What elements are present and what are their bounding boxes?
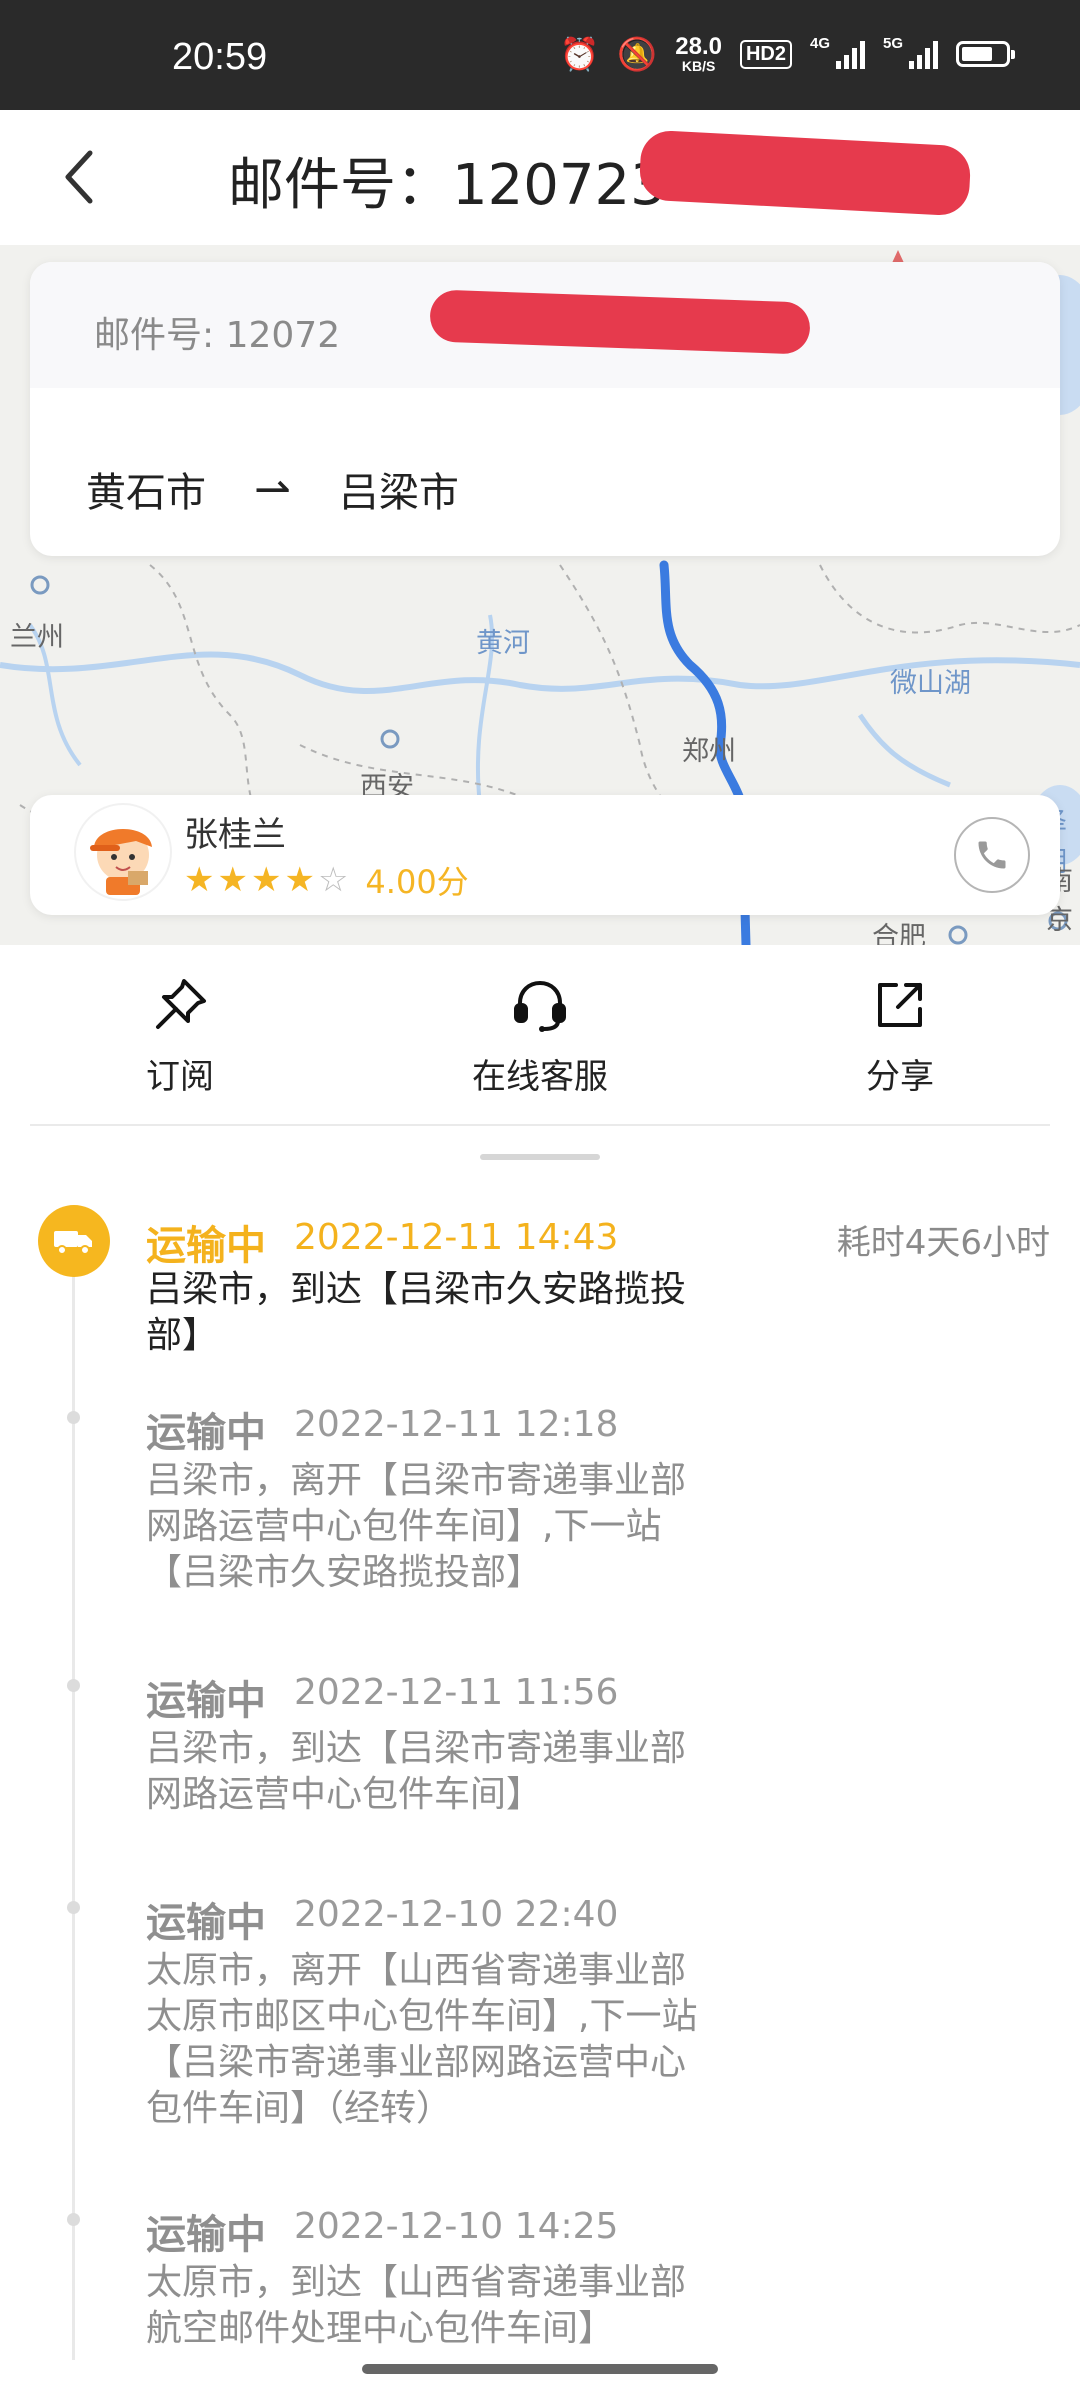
- signal-icon: 5G: [883, 35, 938, 69]
- map-label: 黄河: [476, 628, 530, 658]
- event-description: 吕梁市，到达【吕梁市久安路揽投部】: [146, 1269, 687, 1356]
- route-card: 邮件号: 12072 黄石市 ⇀ 吕梁市: [30, 262, 1060, 556]
- truck-icon: [38, 1205, 110, 1277]
- mail-number: 邮件号: 12072: [94, 315, 341, 356]
- timeline-dot: [67, 1679, 80, 1692]
- subscribe-button[interactable]: 订阅: [70, 965, 290, 1098]
- app-header: 邮件号：120723: [0, 110, 1080, 245]
- alarm-icon: ⏰: [559, 36, 600, 72]
- event-description: 吕梁市，离开【吕梁市寄递事业部网路运营中心包件车间】,下一站【吕梁市久安路揽投部…: [146, 1460, 687, 1593]
- hd-icon: HD2: [739, 39, 792, 69]
- star-filled-icon: ★: [217, 860, 248, 900]
- event-time: 2022-12-11 11:56: [294, 1672, 619, 1713]
- star-filled-icon: ★: [184, 860, 215, 900]
- timeline-dot: [67, 1411, 80, 1424]
- mail-number-row: 邮件号: 12072: [30, 262, 1060, 388]
- status-bar: 20:59 ⏰ 🔕 28.0 KB/S HD2 4G 5G: [0, 0, 1080, 110]
- online-support-button[interactable]: 在线客服: [430, 965, 650, 1098]
- map-label: 兰州: [10, 622, 64, 652]
- event-status: 运输中: [146, 1678, 266, 1724]
- origin-city: 黄石市: [86, 470, 206, 516]
- star-empty-icon: ☆: [317, 860, 349, 900]
- event-time: 2022-12-10 14:25: [294, 2206, 619, 2247]
- home-indicator[interactable]: [362, 2364, 718, 2374]
- route-cities: 黄石市 ⇀ 吕梁市: [86, 460, 459, 518]
- event-status: 运输中: [146, 1223, 266, 1269]
- event-description: 太原市，离开【山西省寄递事业部太原市邮区中心包件车间】,下一站【吕梁市寄递事业部…: [146, 1950, 698, 2129]
- share-label: 分享: [866, 1057, 934, 1097]
- status-time: 20:59: [172, 36, 268, 78]
- event-time: 2022-12-11 12:18: [294, 1404, 619, 1445]
- event-time: 2022-12-10 22:40: [294, 1894, 619, 1935]
- event-status: 运输中: [146, 2212, 266, 2258]
- share-button[interactable]: 分享: [790, 965, 1010, 1098]
- timeline-line: [72, 1240, 75, 2360]
- map-label: 合肥: [872, 922, 926, 945]
- battery-icon: [956, 41, 1015, 67]
- total-duration: 耗时4天6小时: [836, 1223, 1050, 1263]
- rating-score: 4.00分: [365, 863, 469, 901]
- online-support-label: 在线客服: [472, 1057, 608, 1097]
- redaction-mark: [429, 289, 811, 355]
- timeline-dot: [67, 2213, 80, 2226]
- courier-card: 张桂兰 ★ ★ ★ ★ ☆ 4.00分: [30, 795, 1060, 915]
- map-label: 微山湖: [890, 668, 971, 698]
- status-icons: ⏰ 🔕 28.0 KB/S HD2 4G 5G: [559, 33, 1015, 74]
- event-status: 运输中: [146, 1900, 266, 1946]
- drag-handle[interactable]: [480, 1154, 600, 1160]
- signal-icon: 4G: [810, 35, 865, 69]
- courier-name: 张桂兰: [184, 815, 286, 855]
- timeline-dot: [67, 1901, 80, 1914]
- back-chevron-icon[interactable]: [40, 132, 120, 222]
- phone-icon[interactable]: [954, 817, 1030, 893]
- redaction-mark: [638, 129, 972, 217]
- event-description: 太原市，到达【山西省寄递事业部航空邮件处理中心包件车间】: [146, 2262, 687, 2349]
- page-title: 邮件号：120723: [228, 153, 666, 218]
- mute-icon: 🔕: [617, 36, 658, 72]
- share-icon: [790, 965, 1010, 1045]
- pin-icon: [70, 965, 290, 1045]
- event-status: 运输中: [146, 1410, 266, 1456]
- headset-icon: [430, 965, 650, 1045]
- map-label: 郑州: [682, 736, 736, 766]
- divider: [30, 1124, 1050, 1126]
- destination-city: 吕梁市: [338, 470, 459, 516]
- courier-avatar: [76, 805, 170, 899]
- route-arrow-icon: ⇀: [254, 463, 291, 515]
- network-speed: 28.0 KB/S: [675, 33, 722, 74]
- event-description: 吕梁市，到达【吕梁市寄递事业部网路运营中心包件车间】: [146, 1728, 687, 1815]
- star-filled-icon: ★: [250, 860, 282, 900]
- star-filled-icon: ★: [284, 860, 315, 900]
- event-time: 2022-12-11 14:43: [294, 1217, 619, 1258]
- subscribe-label: 订阅: [146, 1057, 214, 1097]
- courier-rating: ★ ★ ★ ★ ☆ 4.00分: [184, 857, 469, 903]
- action-bar: 订阅 在线客服 分享: [0, 945, 1080, 1125]
